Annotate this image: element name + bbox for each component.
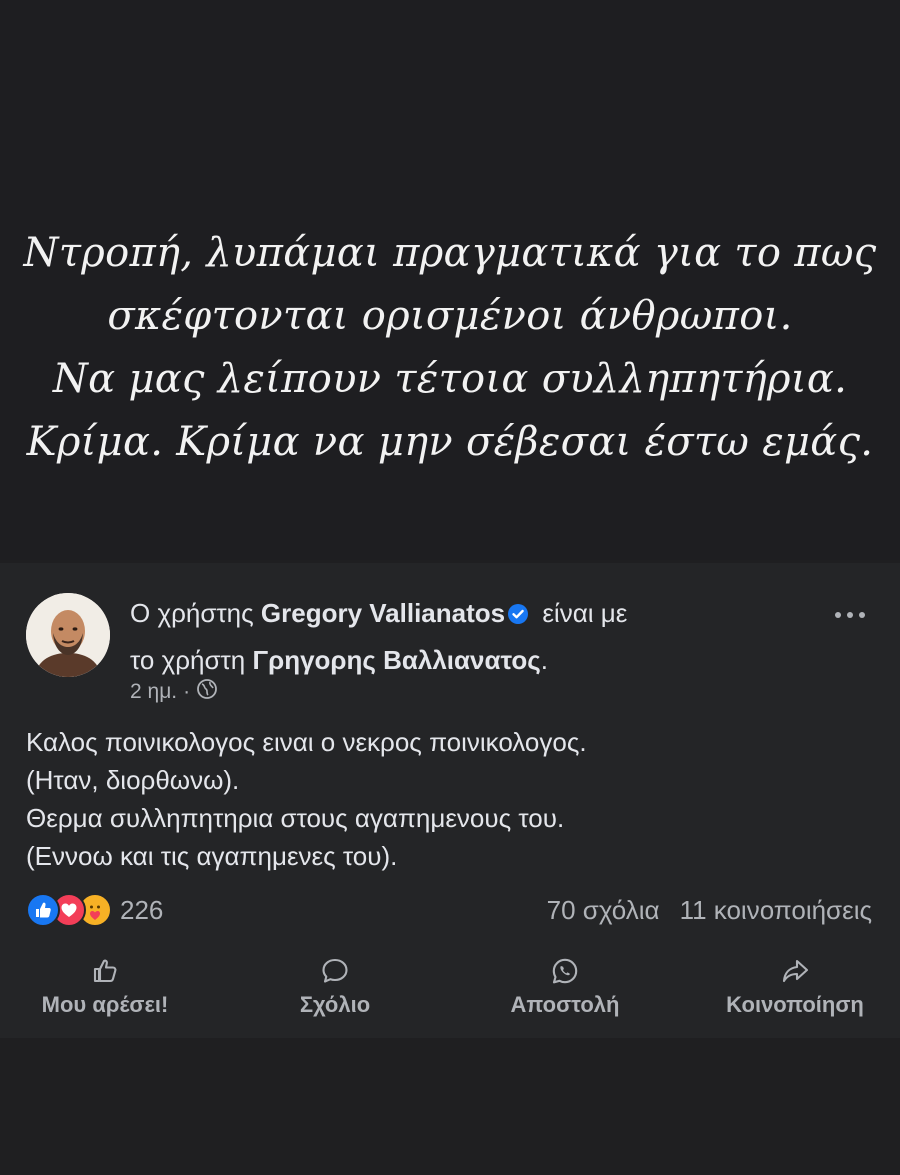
post-meta: 2 ημ. ·	[130, 678, 218, 706]
like-icon	[26, 893, 60, 927]
post-time[interactable]: 2 ημ.	[130, 680, 177, 704]
comments-count[interactable]: 70 σχόλια	[547, 895, 660, 926]
globe-icon	[196, 678, 218, 706]
avatar[interactable]	[26, 593, 110, 677]
quote-text: Ντροπή, λυπάμαι πραγματικά για το πως σκ…	[0, 222, 900, 474]
quote-line: Ντροπή, λυπάμαι πραγματικά για το πως	[23, 230, 877, 276]
header-suffix: .	[540, 645, 548, 675]
header-middle: είναι με	[535, 598, 628, 628]
like-button-label: Μου αρέσει!	[41, 992, 169, 1017]
quote-line: Να μας λείπουν τέτοια συλληπητήρια.	[52, 356, 848, 402]
post-body-line: Καλος ποινικολογος ειναι ο νεκρος ποινικ…	[26, 727, 587, 757]
action-bar: Μου αρέσει! Σχόλιο Αποστολή Κοινοποίηση	[0, 956, 900, 1031]
author-name[interactable]: Gregory Vallianatos	[261, 598, 505, 628]
send-button-label: Αποστολή	[510, 992, 620, 1017]
reaction-count: 226	[120, 894, 164, 925]
avatar-photo	[26, 593, 110, 677]
comment-button-label: Σχόλιο	[299, 992, 371, 1017]
quote-line: Κρίμα. Κρίμα να μην σέβεσαι έστω εμάς.	[26, 419, 874, 465]
post-card: Ο χρήστης Gregory Vallianatos είναι με τ…	[0, 563, 900, 1038]
bottom-background	[0, 1038, 900, 1175]
post-header: Ο χρήστης Gregory Vallianatos είναι με τ…	[130, 591, 820, 682]
quote-line: σκέφτονται ορισμένοι άνθρωποι.	[107, 293, 793, 339]
thumbs-up-icon	[93, 959, 117, 983]
like-button[interactable]: Μου αρέσει!	[20, 956, 190, 1031]
more-options-button[interactable]	[830, 605, 870, 625]
post-stats: 70 σχόλια 11 κοινοποιήσεις	[547, 895, 872, 926]
story-background: Ντροπή, λυπάμαι πραγματικά για το πως σκ…	[0, 0, 900, 560]
comment-icon	[322, 958, 348, 983]
post-body-line: (Εννοω και τις αγαπημενες του).	[26, 841, 398, 871]
comment-button[interactable]: Σχόλιο	[250, 956, 420, 1031]
send-button[interactable]: Αποστολή	[480, 956, 650, 1031]
post-body-line: Θερμα συλληπητηρια στους αγαπημενους του…	[26, 803, 565, 833]
verified-badge-icon	[507, 594, 529, 638]
meta-separator: ·	[183, 680, 191, 703]
share-button-label: Κοινοποίηση	[726, 992, 864, 1017]
shares-count[interactable]: 11 κοινοποιήσεις	[680, 895, 872, 926]
header-prefix: Ο χρήστης	[130, 598, 261, 628]
share-icon	[782, 959, 809, 983]
header-line2-prefix: το χρήστη	[130, 645, 253, 675]
tagged-user[interactable]: Γρηγορης Βαλλιανατος	[252, 645, 540, 675]
post-body: Καλος ποινικολογος ειναι ο νεκρος ποινικ…	[26, 723, 886, 875]
more-icon	[835, 612, 865, 618]
post-body-line: (Ηταν, διορθωνω).	[26, 765, 240, 795]
share-button[interactable]: Κοινοποίηση	[710, 956, 880, 1031]
reaction-summary[interactable]: 226	[26, 893, 163, 927]
whatsapp-icon	[552, 958, 578, 984]
